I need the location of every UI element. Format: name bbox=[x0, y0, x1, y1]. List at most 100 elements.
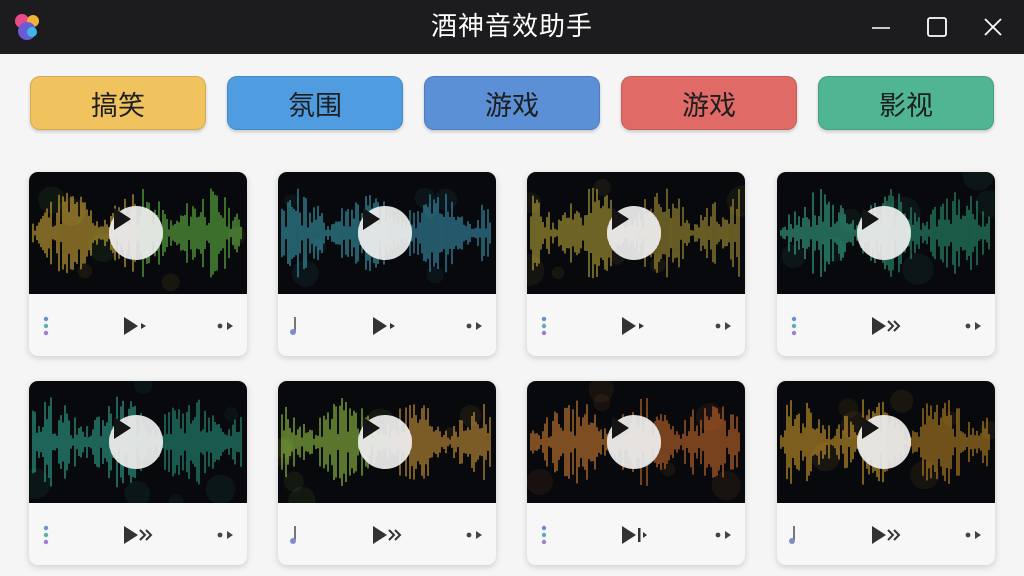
fast-forward-icon bbox=[373, 526, 402, 544]
more-options-icon bbox=[466, 531, 482, 539]
play-button[interactable] bbox=[857, 206, 911, 260]
play-icon bbox=[612, 208, 629, 230]
fast-forward-icon bbox=[124, 526, 153, 544]
category-button-game-1[interactable]: 游戏 bbox=[424, 76, 600, 130]
sound-card[interactable] bbox=[278, 381, 496, 565]
app-window: 酒神音效助手 搞笑 氛围 游戏 游戏 影视 bbox=[0, 0, 1024, 576]
play-icon bbox=[862, 208, 879, 230]
play-button[interactable] bbox=[607, 415, 661, 469]
fast-forward-icon bbox=[872, 526, 901, 544]
more-options-button[interactable] bbox=[963, 525, 985, 545]
waveform-thumbnail bbox=[527, 381, 745, 503]
waveform-thumbnail bbox=[278, 381, 496, 503]
play-next-icon bbox=[373, 317, 395, 335]
card-menu-handle[interactable] bbox=[537, 314, 551, 338]
more-options-button[interactable] bbox=[963, 316, 985, 336]
play-icon bbox=[114, 208, 131, 230]
play-button[interactable] bbox=[358, 206, 412, 260]
play-next-icon bbox=[622, 317, 644, 335]
category-label: 游戏 bbox=[485, 90, 539, 122]
waveform-thumbnail bbox=[777, 172, 995, 294]
maximize-icon bbox=[927, 17, 947, 37]
category-label: 搞笑 bbox=[91, 90, 145, 122]
minimize-icon bbox=[872, 27, 890, 29]
sound-card[interactable] bbox=[527, 381, 745, 565]
card-menu-handle[interactable] bbox=[787, 314, 801, 338]
more-options-button[interactable] bbox=[713, 525, 735, 545]
play-next-icon bbox=[124, 317, 146, 335]
play-button[interactable] bbox=[857, 415, 911, 469]
card-menu-handle[interactable] bbox=[39, 314, 53, 338]
title-bar: 酒神音效助手 bbox=[0, 0, 1024, 54]
playback-control-button[interactable] bbox=[869, 314, 903, 338]
card-menu-handle[interactable] bbox=[39, 523, 53, 547]
card-controls bbox=[527, 503, 745, 565]
playback-control-button[interactable] bbox=[619, 314, 653, 338]
more-options-button[interactable] bbox=[713, 316, 735, 336]
playback-control-button[interactable] bbox=[869, 523, 903, 547]
category-button-ambience[interactable]: 氛围 bbox=[227, 76, 403, 130]
minimize-button[interactable] bbox=[864, 10, 898, 44]
card-controls bbox=[278, 294, 496, 356]
card-menu-handle[interactable] bbox=[787, 523, 801, 547]
waveform-thumbnail bbox=[278, 172, 496, 294]
sound-card[interactable] bbox=[278, 172, 496, 356]
sound-card[interactable] bbox=[29, 381, 247, 565]
play-button[interactable] bbox=[607, 206, 661, 260]
dots-vertical-icon bbox=[43, 525, 49, 545]
play-button[interactable] bbox=[109, 415, 163, 469]
category-button-film[interactable]: 影视 bbox=[818, 76, 994, 130]
fast-forward-icon bbox=[872, 317, 901, 335]
music-note-icon bbox=[789, 526, 795, 544]
more-options-icon bbox=[217, 322, 233, 330]
more-options-icon bbox=[715, 531, 731, 539]
play-button[interactable] bbox=[109, 206, 163, 260]
category-button-game-2[interactable]: 游戏 bbox=[621, 76, 797, 130]
sound-card[interactable] bbox=[29, 172, 247, 356]
sound-card[interactable] bbox=[777, 172, 995, 356]
play-icon bbox=[862, 417, 879, 439]
category-label: 影视 bbox=[879, 90, 933, 122]
card-controls bbox=[278, 503, 496, 565]
card-controls bbox=[527, 294, 745, 356]
card-menu-handle[interactable] bbox=[537, 523, 551, 547]
card-controls bbox=[777, 294, 995, 356]
category-bar: 搞笑 氛围 游戏 游戏 影视 bbox=[0, 76, 1024, 132]
maximize-button[interactable] bbox=[920, 10, 954, 44]
music-note-icon bbox=[290, 526, 296, 544]
more-options-button[interactable] bbox=[215, 316, 237, 336]
category-button-funny[interactable]: 搞笑 bbox=[30, 76, 206, 130]
card-menu-handle[interactable] bbox=[288, 523, 302, 547]
playback-control-button[interactable] bbox=[370, 314, 404, 338]
more-options-icon bbox=[217, 531, 233, 539]
category-label: 氛围 bbox=[288, 90, 342, 122]
play-button[interactable] bbox=[358, 415, 412, 469]
more-options-button[interactable] bbox=[464, 525, 486, 545]
play-icon bbox=[363, 208, 380, 230]
dots-vertical-icon bbox=[791, 316, 797, 336]
card-menu-handle[interactable] bbox=[288, 314, 302, 338]
waveform-thumbnail bbox=[29, 381, 247, 503]
waveform-thumbnail bbox=[527, 172, 745, 294]
more-options-button[interactable] bbox=[215, 525, 237, 545]
sound-card[interactable] bbox=[777, 381, 995, 565]
dots-vertical-icon bbox=[541, 525, 547, 545]
playback-control-button[interactable] bbox=[619, 523, 653, 547]
playback-control-button[interactable] bbox=[121, 314, 155, 338]
playback-control-button[interactable] bbox=[370, 523, 404, 547]
dots-vertical-icon bbox=[541, 316, 547, 336]
waveform-thumbnail bbox=[29, 172, 247, 294]
more-options-icon bbox=[466, 322, 482, 330]
close-button[interactable] bbox=[976, 10, 1010, 44]
waveform-thumbnail bbox=[777, 381, 995, 503]
skip-next-icon bbox=[622, 526, 647, 544]
card-controls bbox=[777, 503, 995, 565]
more-options-button[interactable] bbox=[464, 316, 486, 336]
sound-card[interactable] bbox=[527, 172, 745, 356]
more-options-icon bbox=[715, 322, 731, 330]
card-controls bbox=[29, 503, 247, 565]
play-icon bbox=[363, 417, 380, 439]
more-options-icon bbox=[965, 531, 981, 539]
more-options-icon bbox=[965, 322, 981, 330]
playback-control-button[interactable] bbox=[121, 523, 155, 547]
